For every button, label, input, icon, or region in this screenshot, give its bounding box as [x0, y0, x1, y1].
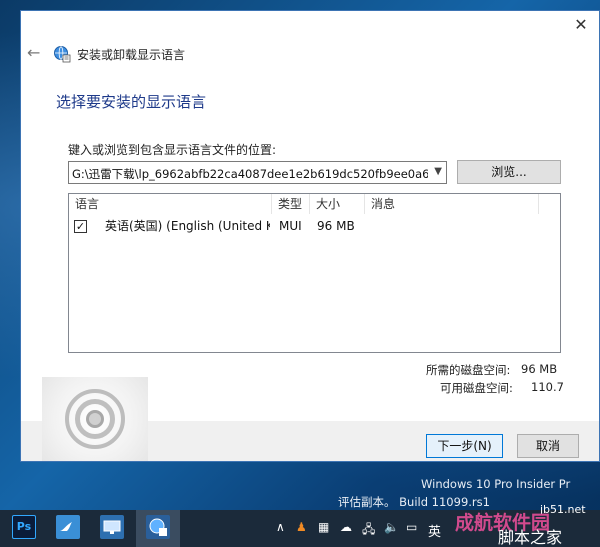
column-header-size[interactable]: 大小 [310, 194, 365, 214]
row-type: MUI [279, 219, 302, 233]
remote-desktop-icon[interactable] [100, 515, 124, 539]
grid-icon[interactable]: ▦ [318, 520, 329, 534]
language-checkbox[interactable]: ✓ [74, 220, 87, 233]
close-button[interactable]: ✕ [571, 15, 591, 35]
titlebar: ✕ [21, 11, 599, 41]
row-message [372, 216, 532, 236]
cloud-icon[interactable]: ☁ [340, 520, 352, 534]
language-settings-icon[interactable] [146, 515, 170, 539]
photoshop-icon[interactable]: Ps [12, 515, 36, 539]
required-space-value: 96 MB [521, 362, 558, 376]
loading-spinner-icon [42, 377, 148, 461]
cancel-button[interactable]: 取消 [517, 434, 579, 458]
site-name-watermark-2: 脚本之家 [498, 528, 563, 547]
row-size: 96 MB [317, 219, 355, 233]
network-icon[interactable]: 🖧 [362, 520, 375, 541]
column-header-language[interactable]: 语言 [69, 194, 272, 214]
next-button[interactable]: 下一步(N) [426, 434, 503, 458]
path-value[interactable]: G:\迅雷下载\lp_6962abfb22ca4087dee1e2b619dc5… [72, 166, 428, 181]
list-item[interactable]: ✓ 英语(英国) (English (United Ki... MUI 96 M… [69, 216, 560, 236]
column-header-type[interactable]: 类型 [272, 194, 310, 214]
language-list[interactable]: 语言 类型 大小 消息 ✓ 英语(英国) (English (United Ki… [68, 193, 561, 353]
chevron-down-icon[interactable]: ▼ [434, 166, 442, 177]
volume-icon[interactable]: 🔈 [384, 520, 399, 534]
location-prompt: 键入或浏览到包含显示语言文件的位置: [68, 143, 277, 157]
available-space-value: 110.7 [531, 380, 564, 394]
page-heading: 选择要安装的显示语言 [56, 93, 207, 111]
path-combobox[interactable]: G:\迅雷下载\lp_6962abfb22ca4087dee1e2b619dc5… [68, 161, 447, 184]
list-header: 语言 类型 大小 消息 [69, 194, 560, 214]
bird-app-icon[interactable] [56, 515, 80, 539]
row-language: 英语(英国) (English (United Ki... [105, 219, 270, 233]
os-watermark: Windows 10 Pro Insider Pr [421, 477, 571, 491]
language-globe-icon [54, 46, 71, 63]
available-space-label: 可用磁盘空间: [440, 381, 513, 395]
required-space-label: 所需的磁盘空间: [426, 363, 511, 377]
chevron-up-icon[interactable]: ∧ [276, 520, 285, 534]
back-button[interactable]: ← [27, 43, 40, 62]
notifications-icon[interactable]: ▭ [406, 520, 417, 534]
ime-indicator[interactable]: 英 [428, 521, 441, 540]
column-header-message[interactable]: 消息 [365, 194, 539, 214]
nav-bar: ← 安装或卸载显示语言 [21, 39, 599, 69]
security-icon[interactable]: ♟ [296, 520, 307, 534]
window-title: 安装或卸载显示语言 [77, 48, 186, 62]
browse-button[interactable]: 浏览... [457, 160, 561, 184]
